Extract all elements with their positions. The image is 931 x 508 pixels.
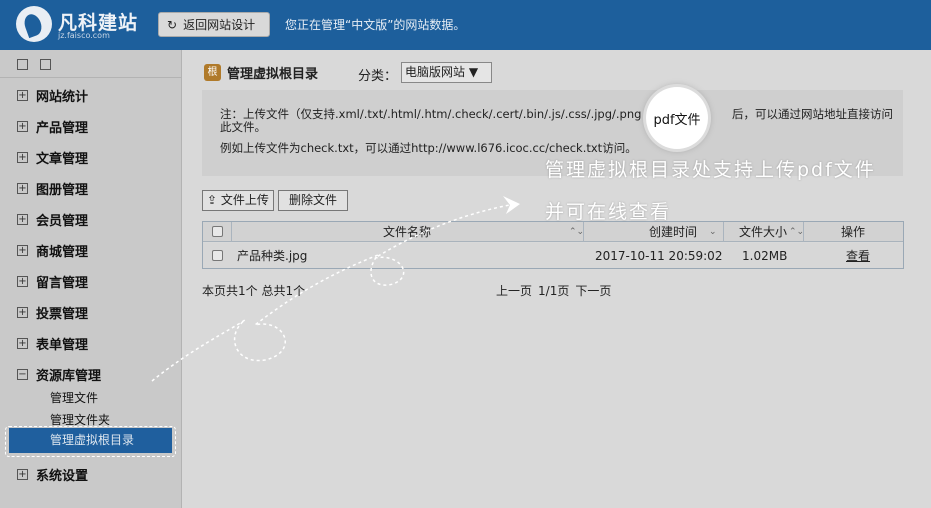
annotation-magnifier: pdf文件 (646, 87, 708, 149)
annotation-line-1: 管理虚拟根目录处支持上传pdf文件 (545, 159, 876, 181)
annotation-arrow (151, 196, 520, 382)
annotation-line-2: 并可在线查看 (545, 201, 672, 223)
